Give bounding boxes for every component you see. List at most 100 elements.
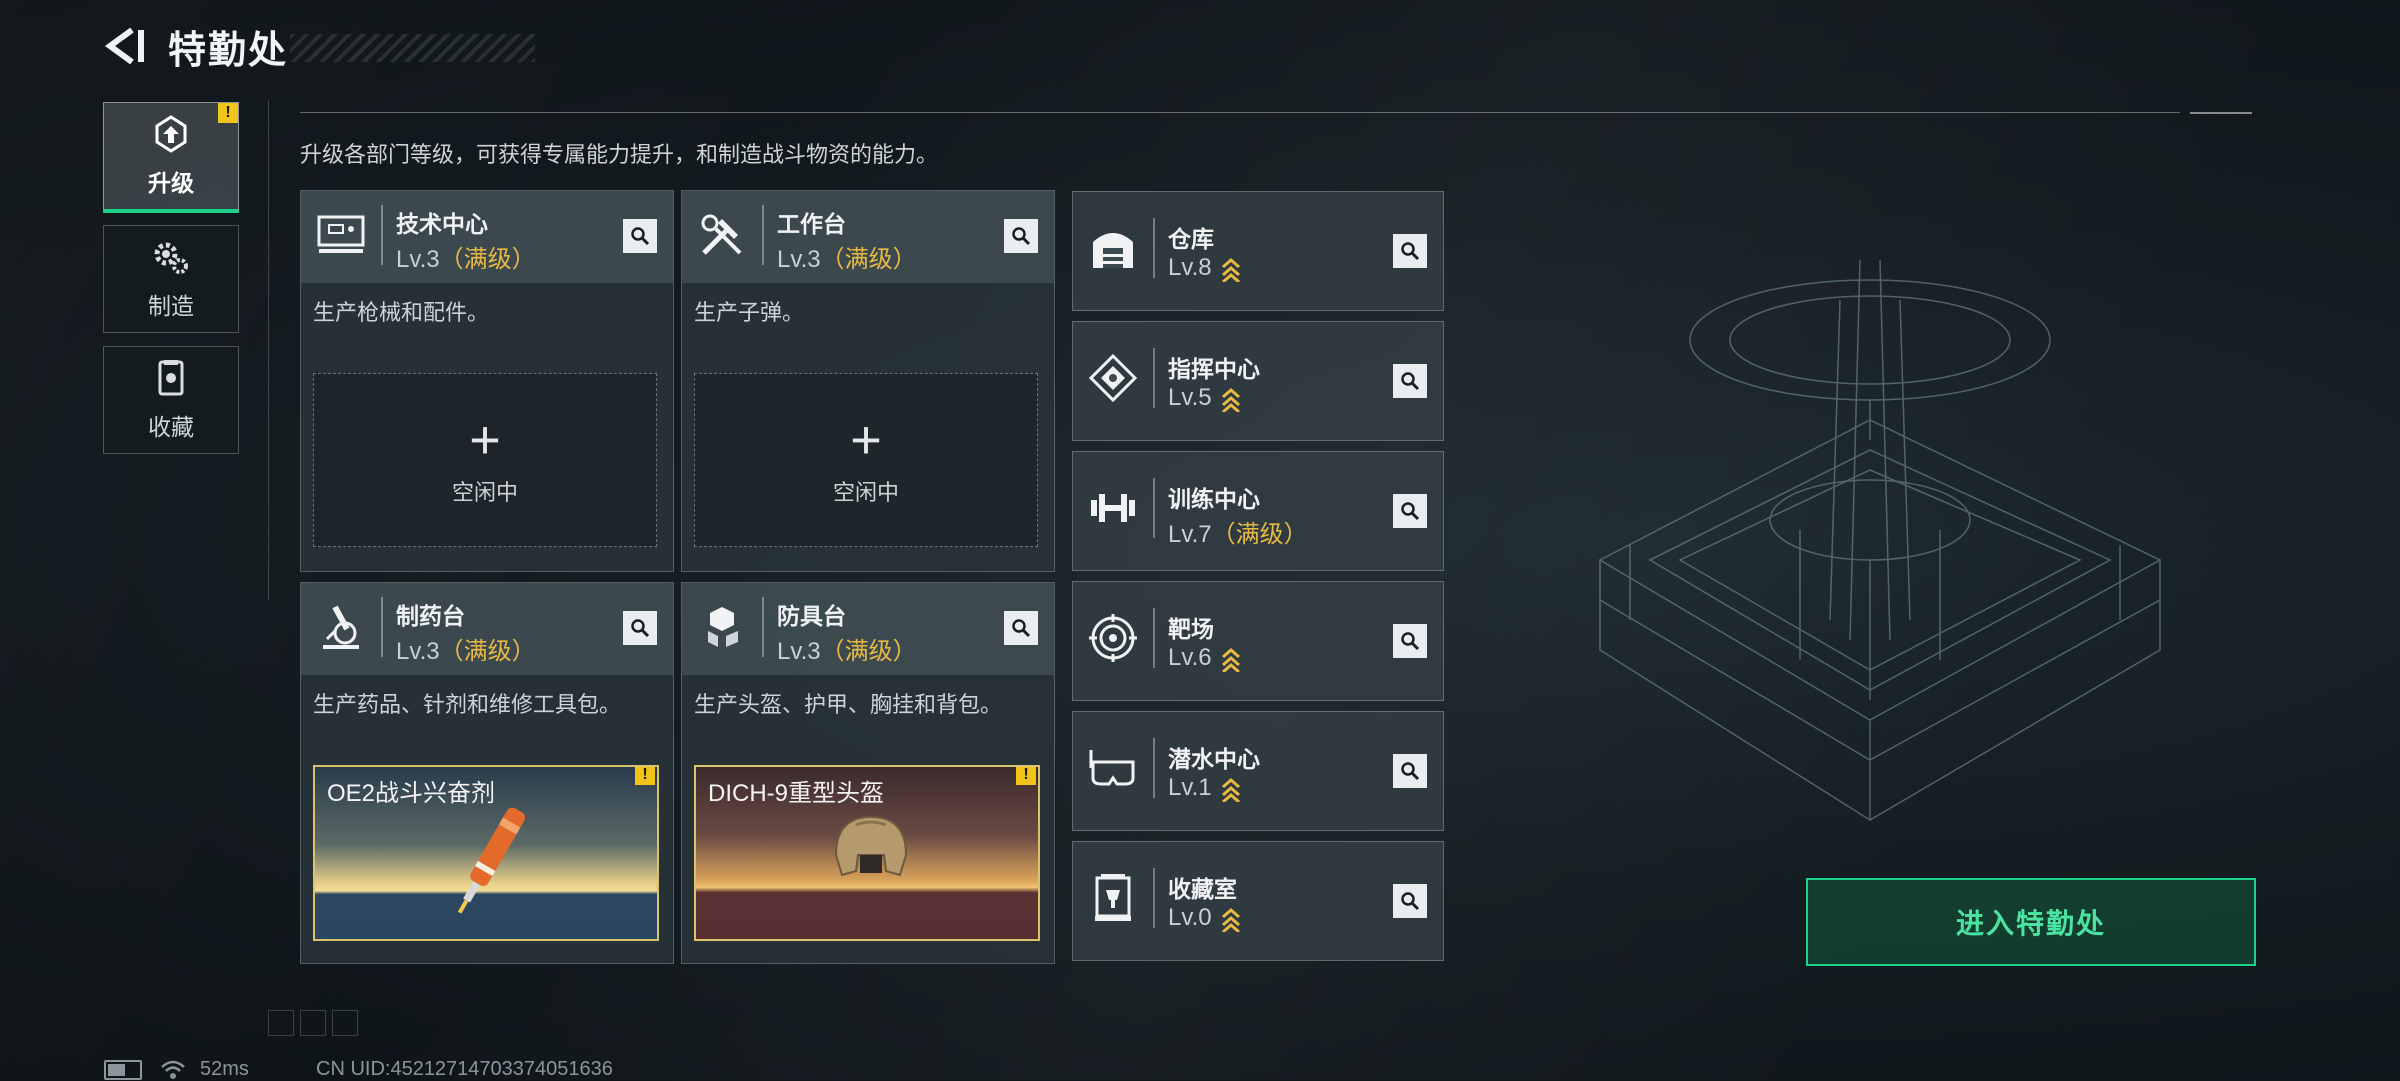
dept-card-training-center: 训练中心 Lv.7（满级） — [1072, 451, 1444, 571]
level-value: Lv.3 — [396, 638, 440, 665]
search-icon — [1401, 892, 1420, 911]
search-button[interactable] — [1393, 884, 1427, 918]
card-title: 潜水中心 — [1168, 746, 1260, 772]
search-icon — [631, 227, 650, 246]
item-name: OE2战斗兴奋剂 — [327, 780, 496, 807]
divider — [1153, 868, 1155, 928]
tab-collection[interactable]: 收藏 — [103, 346, 239, 454]
header: 特勤处 — [100, 22, 288, 72]
dept-card-shooting-range: 靶场 Lv.6 — [1072, 581, 1444, 701]
search-button[interactable] — [1393, 754, 1427, 788]
tools-icon — [692, 205, 752, 265]
upgrade-available-icon — [1221, 777, 1240, 802]
upgrade-available-icon — [1221, 387, 1240, 412]
card-level: Lv.8 — [1168, 254, 1242, 282]
slot-status: 空闲中 — [832, 480, 899, 505]
card-title: 仓库 — [1168, 226, 1214, 252]
search-icon — [631, 619, 650, 638]
max-level-tag: （满级） — [820, 638, 917, 665]
card-title: 制药台 — [396, 603, 465, 629]
dept-card-diving-center: 潜水中心 Lv.1 — [1072, 711, 1444, 831]
max-level-tag: （满级） — [1211, 521, 1308, 548]
dept-card-collection-room: 收藏室 Lv.0 — [1072, 841, 1444, 961]
title-decoration — [290, 34, 535, 62]
upgrade-available-icon — [1221, 257, 1240, 282]
search-button[interactable] — [1393, 364, 1427, 398]
command-chip-icon — [1083, 348, 1143, 408]
search-icon — [1401, 372, 1420, 391]
max-level-tag: （满级） — [820, 246, 917, 273]
top-rule-accent — [2190, 112, 2252, 114]
divider — [381, 597, 383, 657]
back-arrow-icon — [104, 27, 144, 65]
search-button[interactable] — [1393, 494, 1427, 528]
dept-card-workbench: 工作台 Lv.3（满级） 生产子弹。 + 空闲中 — [681, 190, 1055, 572]
card-title: 训练中心 — [1168, 486, 1260, 512]
search-button[interactable] — [1004, 219, 1038, 253]
upgrade-icon — [155, 115, 187, 153]
production-slot[interactable]: + 空闲中 — [313, 373, 657, 547]
search-button[interactable] — [1004, 611, 1038, 645]
divider — [762, 205, 764, 265]
tab-upgrade-label: 升级 — [148, 170, 194, 196]
page-description: 升级各部门等级，可获得专属能力提升，和制造战斗物资的能力。 — [300, 142, 939, 167]
search-icon — [1012, 227, 1031, 246]
slot-status: 空闲中 — [451, 480, 518, 505]
card-level: Lv.7（满级） — [1168, 514, 1308, 549]
monitor-icon — [311, 205, 371, 265]
search-icon — [1401, 502, 1420, 521]
back-button[interactable] — [100, 22, 148, 70]
battery-icon — [104, 1059, 142, 1080]
tab-upgrade[interactable]: 升级 ! — [103, 102, 239, 213]
card-description: 生产枪械和配件。 — [313, 300, 490, 325]
search-icon — [1401, 762, 1420, 781]
helmet-icon — [834, 815, 908, 877]
divider — [1153, 478, 1155, 538]
decor-box — [300, 1010, 326, 1036]
upgrade-available-icon — [1221, 907, 1240, 932]
divider — [381, 205, 383, 265]
warehouse-icon — [1083, 218, 1143, 278]
divider — [1153, 738, 1155, 798]
max-level-tag: （满级） — [439, 638, 536, 665]
card-title: 指挥中心 — [1168, 356, 1260, 382]
level-value: Lv.0 — [1168, 904, 1212, 931]
level-value: Lv.3 — [777, 246, 821, 273]
upgrade-available-icon — [1221, 647, 1240, 672]
base-wireframe-illustration — [1598, 259, 2162, 821]
card-level: Lv.3（满级） — [777, 631, 917, 666]
armor-blocks-icon — [692, 597, 752, 657]
search-button[interactable] — [623, 219, 657, 253]
search-button[interactable] — [1393, 624, 1427, 658]
target-icon — [1083, 608, 1143, 668]
search-button[interactable] — [623, 611, 657, 645]
card-title: 工作台 — [777, 211, 846, 237]
card-description: 生产头盔、护甲、胸挂和背包。 — [694, 692, 1003, 717]
dept-card-pharmacy: 制药台 Lv.3（满级） 生产药品、针剂和维修工具包。 OE2战斗兴奋剂 ! — [300, 582, 674, 964]
search-icon — [1012, 619, 1031, 638]
wifi-icon — [161, 1060, 185, 1079]
divider — [1153, 608, 1155, 668]
user-uid: CN UID:45212714703374051636 — [316, 1058, 613, 1080]
diving-mask-icon — [1083, 738, 1143, 798]
dept-card-tech-center: 技术中心 Lv.3（满级） 生产枪械和配件。 + 空闲中 — [300, 190, 674, 572]
divider — [1153, 218, 1155, 278]
crafting-item-slot[interactable]: DICH-9重型头盔 ! — [694, 765, 1040, 941]
decor-box — [268, 1010, 294, 1036]
plus-icon: + — [850, 410, 882, 470]
production-slot[interactable]: + 空闲中 — [694, 373, 1038, 547]
ping-value: 52ms — [200, 1058, 249, 1080]
separator-line — [268, 100, 269, 600]
crafting-item-slot[interactable]: OE2战斗兴奋剂 ! — [313, 765, 659, 941]
max-level-tag: （满级） — [439, 246, 536, 273]
search-icon — [1401, 632, 1420, 651]
warning-badge: ! — [635, 767, 655, 785]
search-button[interactable] — [1393, 234, 1427, 268]
syringe-icon — [457, 807, 526, 914]
enter-base-button[interactable]: 进入特勤处 — [1806, 878, 2256, 966]
level-value: Lv.8 — [1168, 254, 1212, 281]
tab-craft[interactable]: 制造 — [103, 225, 239, 333]
warning-badge: ! — [218, 103, 238, 123]
card-description: 生产药品、针剂和维修工具包。 — [313, 692, 622, 717]
dept-card-warehouse: 仓库 Lv.8 — [1072, 191, 1444, 311]
